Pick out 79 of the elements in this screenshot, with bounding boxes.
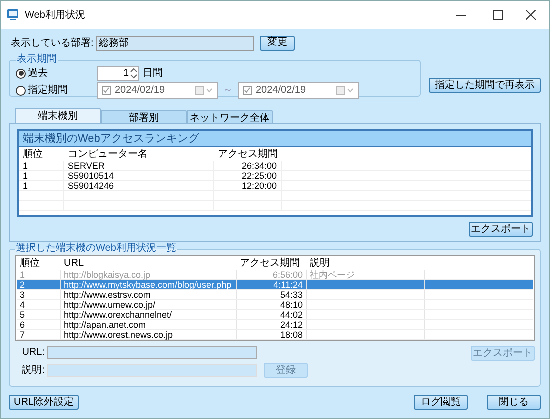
export-button[interactable]: エクスポート [469,222,533,237]
table-cell: 6:56:00 [272,270,303,280]
table-row[interactable]: 2 http://www.mytskybase.com/blog/user.php 4:11:24 [17,280,533,290]
close-icon[interactable] [526,10,536,20]
calendar-dropdown-icon[interactable] [336,86,354,95]
date-field[interactable]: 2024/02/19 [97,82,218,99]
table-cell: 1 [23,181,28,191]
table-cell: 48:10 [280,300,303,310]
table-cell: http://www.orest.news.co.jp [64,330,174,340]
column-header[interactable]: 説明 [307,256,425,270]
table-cell: http://www.orexchannelnet/ [64,310,172,320]
table-cell: 6 [20,320,26,330]
table-cell: S59010514 [68,171,114,181]
checkbox[interactable] [243,86,252,95]
radio-button[interactable]: 過去 [16,66,91,81]
table-cell: 1 [23,171,28,181]
table-row[interactable]: 4 http://www.umew.co.jp/ 48:10 [17,300,533,310]
table-cell: 5 [20,310,26,320]
table-cell: SERVER [68,161,105,171]
ranking-title: 端末機別のWebアクセスランキング [19,131,531,147]
tab[interactable]: 端末機別 [15,108,101,123]
url-label: URL: [21,346,46,360]
table-cell: 22:25:00 [242,171,277,181]
calendar-dropdown-icon[interactable] [195,86,213,95]
column-header[interactable]: URL [61,256,237,270]
table-cell: 26:34:00 [242,161,277,171]
table-cell: 3 [20,290,26,300]
table-row[interactable]: 7 http://www.orest.news.co.jp 18:08 [17,330,533,340]
app-icon [7,9,19,21]
change-button[interactable]: 変更 [260,36,295,50]
table-cell: S59014246 [68,181,114,191]
close-button[interactable]: 閉じる [487,395,541,410]
table-row[interactable]: 6 http://apan.anet.com 24:12 [17,320,533,330]
table-cell: 44:02 [280,310,303,320]
window-title: Web利用状況 [25,8,86,22]
usage-legend: 選択した端末機のWeb利用状況一覧 [15,244,178,254]
days-spinner[interactable]: 1 [97,66,139,81]
url-field[interactable] [47,346,257,359]
refresh-button[interactable]: 指定した期間で再表示 [429,78,541,93]
period-legend: 表示期間 [16,55,58,65]
table-cell: 1 [20,270,26,280]
date-value: 2024/02/19 [115,84,166,98]
maximize-icon[interactable] [493,10,503,20]
table-row[interactable]: 3 http://www.estrsv.com 54:33 [17,290,533,300]
tab[interactable]: ネットワーク全体 [187,110,273,123]
table-cell: 12:20:00 [242,181,277,191]
table-cell: 2 [20,280,26,290]
column-header[interactable]: 順位 [17,256,61,270]
column-header[interactable]: アクセス期間 [237,256,307,270]
table-cell: http://blogkaisya.co.jp [64,270,151,280]
table-cell: 24:12 [280,320,303,330]
table-cell: http://apan.anet.com [64,320,146,330]
log-view-button[interactable]: ログ閲覧 [414,395,468,410]
tab[interactable]: 部署別 [101,110,187,123]
column-header[interactable]: コンピューター名 [64,146,214,162]
table-cell: http://www.umew.co.jp/ [64,300,156,310]
table-cell: 1 [23,161,28,171]
days-unit: 日間 [143,67,163,81]
radio-button[interactable]: 指定期間 [16,83,91,98]
table-cell: 7 [20,330,26,340]
url-exclusion-button[interactable]: URL除外設定 [9,395,79,410]
table-cell: 4 [20,300,26,310]
department-field: 総務部 [96,36,254,50]
table-cell: http://www.mytskybase.com/blog/user.php [64,280,232,290]
date-value: 2024/02/19 [256,84,308,98]
range-separator: ～ [223,84,233,98]
table-cell: 54:33 [280,290,303,300]
table-cell: http://www.estrsv.com [64,290,151,300]
table-cell: 社内ページ [310,270,355,280]
table-row[interactable]: 5 http://www.orexchannelnet/ 44:02 [17,310,533,320]
column-header[interactable]: 順位 [19,146,64,162]
table-cell: 18:08 [280,330,303,340]
description-field[interactable] [47,364,257,377]
description-label: 説明: [21,364,46,378]
date-field[interactable]: 2024/02/19 [238,82,359,99]
column-header[interactable]: アクセス期間 [214,146,282,162]
checkbox[interactable] [102,86,111,95]
department-label: 表示している部署: [11,36,94,50]
table-cell: 4:11:24 [274,280,303,290]
